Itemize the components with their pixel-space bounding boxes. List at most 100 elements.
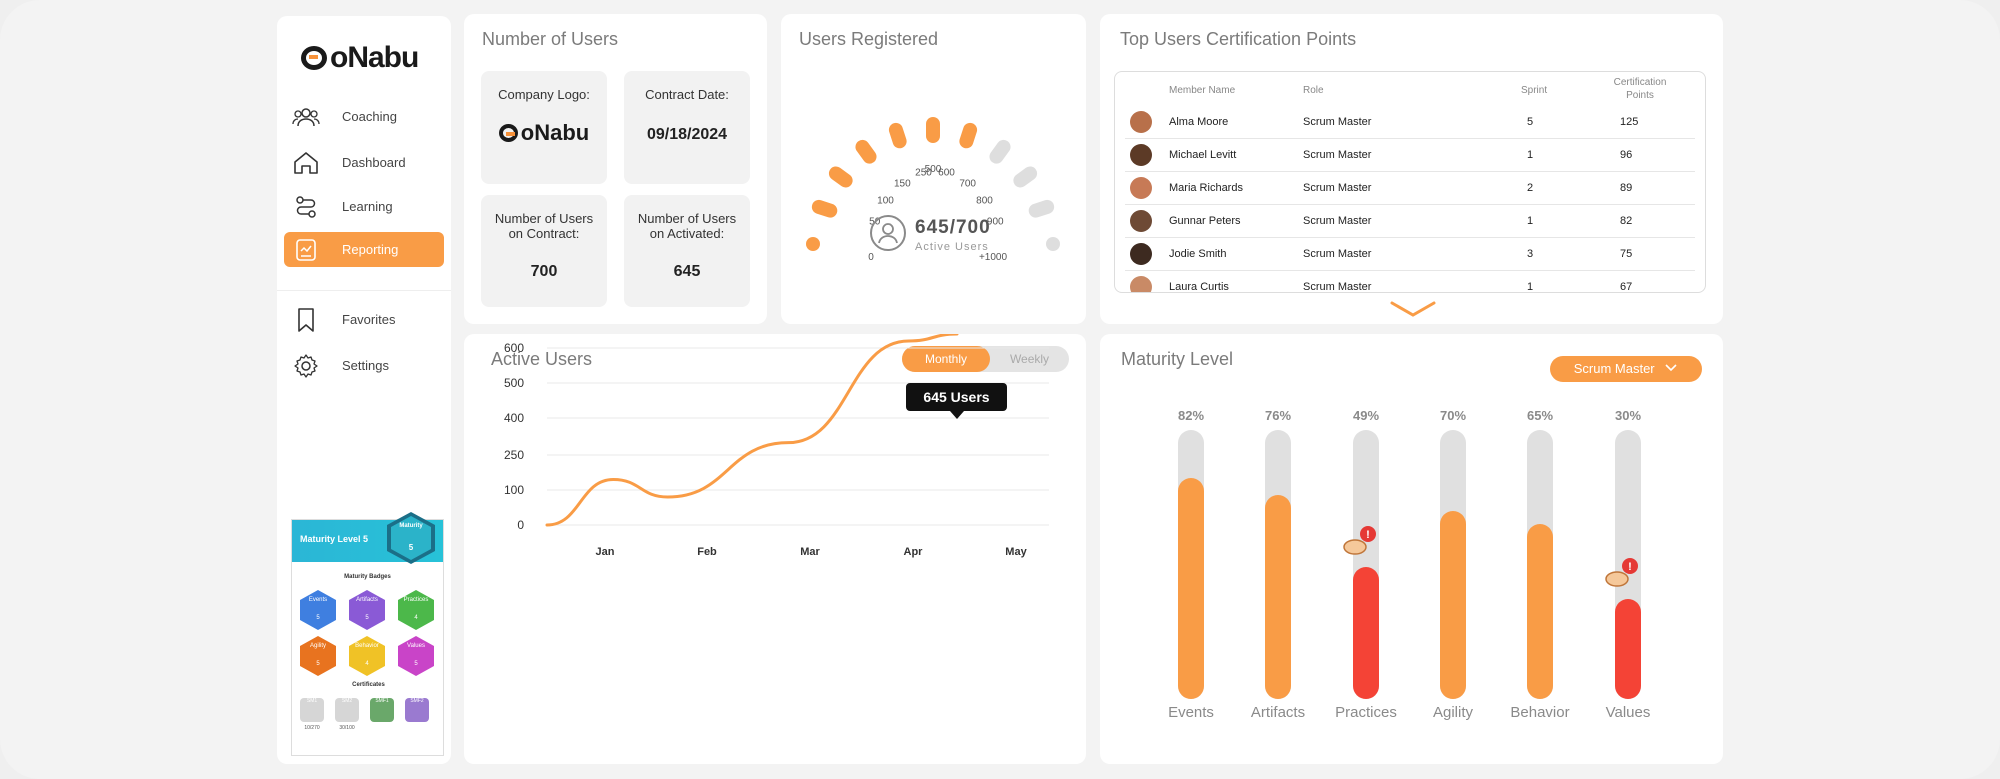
bar-track: [1265, 430, 1291, 699]
gauge-tick-label: 800: [976, 195, 993, 206]
badge-label: Practices: [403, 597, 429, 603]
avatar: [1130, 177, 1152, 199]
gauge-segment: [1046, 237, 1060, 251]
bar-track: [1527, 430, 1553, 699]
registered-caption: Active Users: [915, 241, 989, 253]
warning-badge-icon: !: [1343, 526, 1376, 555]
company-logo-text: oNabu: [520, 120, 590, 145]
member-sprint: 3: [1527, 248, 1534, 260]
badge-values: Values 5: [398, 636, 434, 676]
member-points: 89: [1620, 182, 1633, 194]
certificates-title: Certificates: [352, 682, 385, 688]
users-icon: [292, 105, 320, 129]
table-header: Member Name Role Sprint Certification Po…: [1115, 72, 1705, 106]
member-points: 82: [1620, 215, 1633, 227]
chevron-down-icon: [1665, 364, 1677, 372]
card-title: Top Users Certification Points: [1120, 29, 1357, 49]
sidebar-item-learning[interactable]: Learning: [284, 189, 444, 224]
avatar: [1130, 111, 1152, 133]
table-row[interactable]: Laura Curtis Scrum Master 1 67: [1125, 271, 1695, 292]
member-role: Scrum Master: [1303, 248, 1372, 260]
badge-agility: Agility 5: [300, 636, 336, 676]
table-row[interactable]: Gunnar Peters Scrum Master 1 82: [1125, 205, 1695, 238]
member-role: Scrum Master: [1303, 182, 1372, 194]
gauge-segment: [806, 237, 820, 251]
gauge-tick-label: 100: [877, 195, 894, 206]
badge-level: 5: [414, 661, 418, 667]
sidebar-item-reporting[interactable]: Reporting: [284, 232, 444, 267]
badge-label: Events: [308, 597, 328, 603]
cert-progress: 10/270: [304, 725, 320, 731]
x-tick-label: Apr: [904, 546, 924, 558]
badge-events: Events 5: [300, 590, 336, 630]
avatar: [1130, 210, 1152, 232]
x-tick-label: Mar: [800, 546, 820, 558]
gauge-segment: [1013, 166, 1038, 188]
certificate-locked-icon: SM1: [300, 698, 324, 722]
brand-logo[interactable]: oNabu: [301, 41, 419, 75]
sidebar-item-dashboard[interactable]: Dashboard: [284, 145, 444, 180]
badge-level: 5: [316, 615, 320, 621]
sidebar-item-favorites[interactable]: Favorites: [284, 302, 444, 337]
svg-text:!: !: [1628, 561, 1632, 573]
badge-level: 4: [365, 661, 369, 667]
cert-code: SMF1: [375, 698, 389, 704]
cert-code: SM1: [306, 698, 318, 704]
bar-percentage: 49%: [1352, 408, 1380, 423]
sidebar-divider: [277, 290, 451, 291]
bar-percentage: 82%: [1177, 408, 1205, 423]
badge-level: 4: [414, 615, 418, 621]
role-dropdown[interactable]: Scrum Master: [1550, 356, 1702, 382]
badges-title: Maturity Level 5: [300, 534, 369, 544]
member-sprint: 1: [1527, 149, 1534, 161]
member-points: 75: [1620, 248, 1633, 260]
x-tick-label: Jan: [596, 546, 615, 558]
cert-code: SMF2: [410, 698, 424, 704]
users-on-contract-label: Number of Users on Contract:: [494, 211, 594, 241]
company-logo-label: Company Logo:: [498, 87, 590, 102]
column-certification-points: Certification Points: [1613, 77, 1667, 101]
top-users-table[interactable]: Member Name Role Sprint Certification Po…: [1114, 71, 1706, 293]
column-sprint: Sprint: [1521, 85, 1548, 96]
sidebar-item-coaching[interactable]: Coaching: [284, 99, 444, 134]
table-row[interactable]: Michael Levitt Scrum Master 1 96: [1125, 139, 1695, 172]
maturity-badges-panel[interactable]: Maturity Level 5 Maturity 5 Maturity Bad…: [291, 512, 444, 756]
badge-label: Behavior: [355, 643, 379, 649]
badges-header: Maturity Level 5 Maturity 5: [292, 512, 443, 564]
active-users-card: Active Users Monthly Weekly 0 100 250 400 50…: [464, 334, 1086, 764]
member-role: Scrum Master: [1303, 116, 1372, 128]
users-activated-value: 645: [673, 263, 701, 280]
registered-value: 645/700: [915, 217, 991, 238]
brand-name: oNabu: [330, 41, 419, 74]
badge-label: Values: [407, 643, 425, 649]
table-row[interactable]: Maria Richards Scrum Master 2 89: [1125, 172, 1695, 205]
table-row[interactable]: Alma Moore Scrum Master 5 125: [1125, 106, 1695, 139]
bar-track: [1353, 430, 1379, 699]
y-tick-label: 100: [504, 483, 524, 497]
sidebar-item-settings[interactable]: Settings: [284, 348, 444, 383]
badge-artifacts: Artifacts 5: [349, 590, 385, 630]
badge-label: Artifacts: [356, 597, 378, 603]
gauge-tick-label: 150: [894, 179, 911, 190]
member-name: Michael Levitt: [1169, 149, 1237, 161]
bar-fill: [1265, 494, 1291, 699]
member-role: Scrum Master: [1303, 215, 1372, 227]
bar-fill: [1615, 599, 1641, 699]
bar-percentage: 70%: [1439, 408, 1467, 423]
users-on-contract-tile: Number of Users on Contract: 700: [481, 195, 607, 307]
gauge-segment: [959, 122, 978, 149]
table-row[interactable]: Jodie Smith Scrum Master 3 75: [1125, 238, 1695, 271]
user-avatar-icon: [870, 215, 906, 251]
certificate-earned-icon: SMF2: [405, 698, 429, 722]
x-tick-label: May: [1005, 546, 1027, 558]
gauge-tick-label: +1000: [979, 252, 1008, 263]
bar-label: Artifacts: [1250, 704, 1306, 721]
bar-label: Practices: [1335, 704, 1397, 721]
logo-mark-icon: [301, 46, 327, 70]
contract-date-tile: Contract Date: 09/18/2024: [624, 71, 750, 184]
chevron-down-icon[interactable]: [1390, 300, 1436, 318]
contract-date-value: 09/18/2024: [646, 126, 728, 143]
bar-fill: [1440, 510, 1466, 699]
gauge-segment: [828, 166, 853, 188]
svg-text:!: !: [1366, 529, 1370, 541]
